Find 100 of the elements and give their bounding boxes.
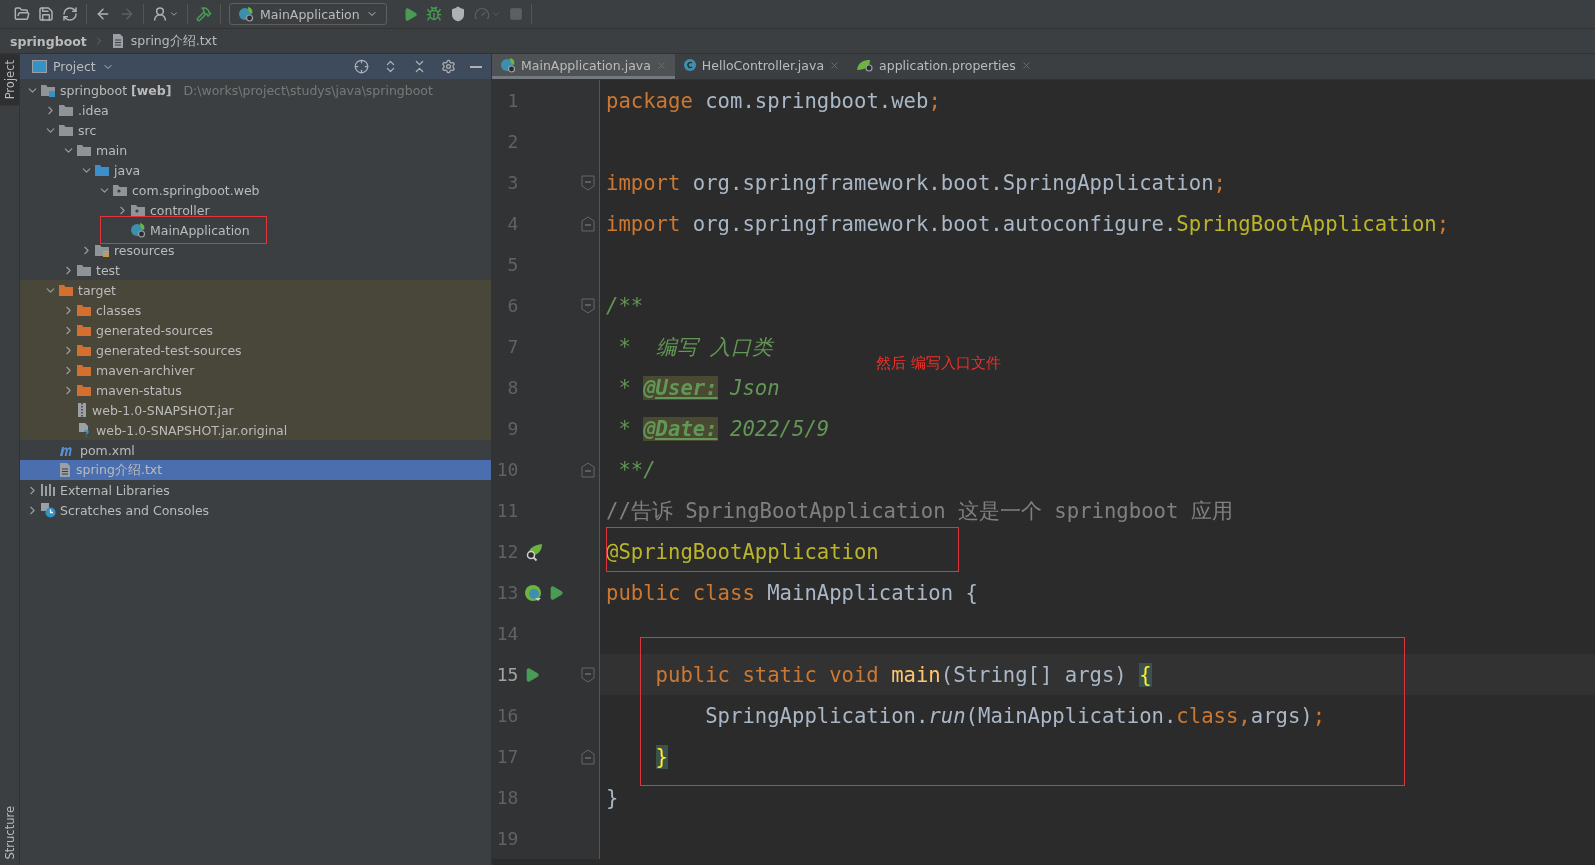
sync-icon — [62, 6, 78, 22]
crosshair-icon — [354, 59, 369, 74]
tree-item-label: controller — [150, 202, 210, 218]
run-configuration-dropdown[interactable]: MainApplication — [229, 3, 387, 25]
tree-item[interactable]: springboot [web] D:\works\project\studys\java\springboot — [20, 80, 491, 100]
package-icon — [112, 183, 128, 197]
breadcrumb-project[interactable]: springboot — [10, 33, 87, 49]
project-path: D:\works\project\studys\java\springboot — [183, 82, 433, 98]
breadcrumb-file[interactable]: spring介绍.txt — [130, 32, 217, 50]
code-line: /** — [606, 293, 644, 318]
folder-icon — [58, 283, 74, 297]
spring-class-icon — [130, 222, 146, 238]
editor-tab[interactable]: application.properties — [848, 54, 1040, 79]
text-file-icon — [110, 33, 125, 49]
leaf-icon — [856, 58, 875, 72]
tree-item[interactable]: maven-status — [20, 380, 491, 400]
code-line: * @User: Json — [617, 375, 780, 400]
package-icon — [130, 203, 146, 217]
text-file-icon — [58, 462, 72, 478]
fold-icon[interactable] — [581, 748, 596, 765]
fold-icon[interactable] — [581, 666, 596, 683]
run-icon[interactable] — [548, 584, 565, 601]
code-line: import org.springframework.boot.autoconfigure.SpringBootApplication; — [606, 211, 1450, 236]
close-icon — [1020, 59, 1032, 71]
folder-icon — [76, 143, 92, 157]
code-line: public static void main(String[] args) { — [655, 662, 1152, 687]
folder-icon — [76, 303, 92, 317]
fold-icon[interactable] — [581, 461, 596, 478]
code-line: public class MainApplication { — [606, 580, 978, 605]
scratches-icon — [40, 502, 56, 518]
project-tool-tab[interactable]: Project — [0, 54, 19, 106]
tree-item-label: spring介绍.txt — [76, 461, 163, 479]
hammer-icon — [196, 6, 212, 22]
tree-item[interactable]: External Libraries — [20, 480, 491, 500]
tree-item[interactable]: maven-archiver — [20, 360, 491, 380]
fold-icon[interactable] — [581, 174, 596, 191]
minimize-button[interactable] — [467, 65, 485, 68]
tree-item[interactable]: Scratches and Consoles — [20, 500, 491, 520]
module-folder-icon — [40, 83, 56, 97]
tree-item[interactable]: pom.xml — [20, 440, 491, 460]
project-view-dropdown[interactable]: Project — [32, 59, 114, 74]
code-line: @SpringBootApplication — [606, 539, 879, 564]
run-icon[interactable] — [524, 666, 541, 683]
structure-tool-tab[interactable]: Structure — [0, 799, 19, 865]
tree-item-label: .idea — [78, 102, 109, 118]
tree-item-label: External Libraries — [60, 482, 170, 498]
tree-item[interactable]: src — [20, 120, 491, 140]
caret-icon — [490, 9, 501, 19]
code-line: SpringApplication.run(MainApplication.class,args); — [704, 703, 1326, 728]
window-icon — [32, 60, 47, 73]
folder-icon — [58, 103, 74, 117]
tree-item[interactable]: test — [20, 260, 491, 280]
user-icon — [152, 6, 168, 22]
fold-icon[interactable] — [581, 297, 596, 314]
tree-item[interactable]: target — [20, 280, 491, 300]
tree-item-label: Scratches and Consoles — [60, 502, 210, 518]
tree-item[interactable]: web-1.0-SNAPSHOT.jar — [20, 400, 491, 420]
code-line: //告诉 SpringBootApplication 这是一个 springboot 应用 — [606, 497, 1233, 525]
gauge-icon — [473, 6, 490, 22]
back-icon — [95, 6, 111, 22]
fold-icon[interactable] — [581, 215, 596, 232]
close-icon — [829, 59, 841, 71]
tree-item-label: src — [78, 122, 97, 138]
tree-item[interactable]: MainApplication — [20, 220, 491, 240]
tree-item-label: target — [78, 282, 116, 298]
tree-item-label: com.springboot.web — [132, 182, 260, 198]
tree-item[interactable]: main — [20, 140, 491, 160]
tree-item-label: generated-test-sources — [96, 342, 242, 358]
tree-item-label: resources — [114, 242, 175, 258]
tree-item-label: test — [96, 262, 120, 278]
bug-icon — [425, 6, 442, 22]
tree-item[interactable]: .idea — [20, 100, 491, 120]
code-line: * @Date: 2022/5/9 — [617, 416, 830, 441]
settings-icon — [441, 59, 456, 74]
stop-icon — [508, 7, 523, 21]
folder-icon — [76, 363, 92, 377]
folder-icon — [76, 343, 92, 357]
forward-icon — [119, 6, 135, 22]
tree-item-label: maven-archiver — [96, 362, 195, 378]
tree-item[interactable]: com.springboot.web — [20, 180, 491, 200]
tree-item[interactable]: generated-sources — [20, 320, 491, 340]
tree-item-label: generated-sources — [96, 322, 214, 338]
tree-item[interactable]: classes — [20, 300, 491, 320]
tree-item[interactable]: resources — [20, 240, 491, 260]
tree-item[interactable]: controller — [20, 200, 491, 220]
shield-icon — [449, 6, 466, 22]
tree-item[interactable]: web-1.0-SNAPSHOT.jar.original — [20, 420, 491, 440]
tree-item[interactable]: generated-test-sources — [20, 340, 491, 360]
unknown-file-icon — [76, 422, 92, 438]
bean-search-icon[interactable] — [524, 541, 545, 562]
editor-tab[interactable]: HelloController.java — [674, 54, 849, 79]
folder-icon — [94, 163, 110, 177]
line-number: 15 — [495, 664, 519, 685]
code-line: } — [606, 785, 619, 810]
tree-item-label: web-1.0-SNAPSHOT.jar — [92, 402, 234, 418]
tree-item[interactable]: java — [20, 160, 491, 180]
code-line: **/ — [617, 457, 656, 482]
editor-tab[interactable]: MainApplication.java — [492, 54, 675, 79]
tree-item-label: MainApplication — [150, 222, 250, 238]
tree-item-label: springboot [web] — [60, 82, 172, 98]
